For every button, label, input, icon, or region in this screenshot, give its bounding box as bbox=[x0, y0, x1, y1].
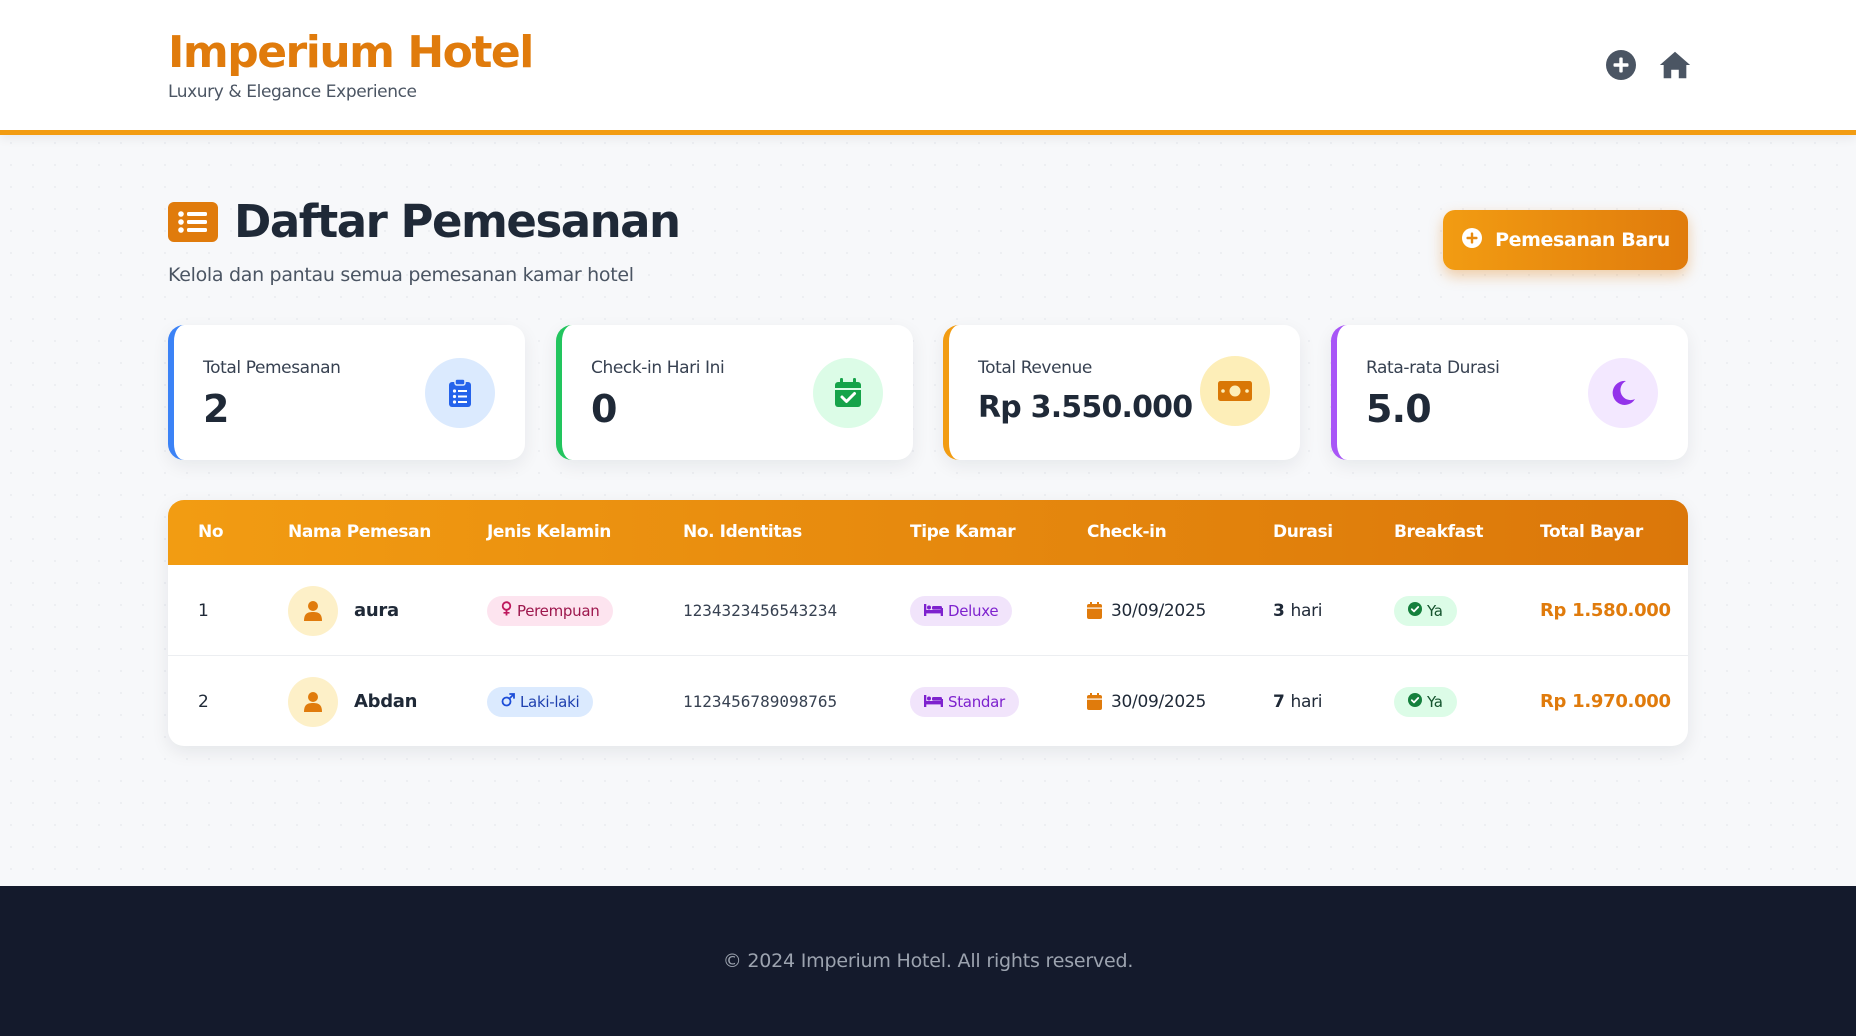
new-booking-label: Pemesanan Baru bbox=[1495, 229, 1670, 251]
column-header: Tipe Kamar bbox=[910, 522, 1016, 542]
stat-value: Rp 3.550.000 bbox=[978, 390, 1193, 425]
duration-cell: 3 hari bbox=[1273, 565, 1323, 656]
page-title: Daftar Pemesanan bbox=[234, 195, 681, 248]
breakfast-label: Ya bbox=[1427, 692, 1443, 711]
checkin-cell: 30/09/2025 bbox=[1087, 565, 1206, 656]
column-header: No bbox=[198, 522, 224, 542]
clipboard-list-icon bbox=[425, 358, 495, 428]
stat-value: 5.0 bbox=[1366, 387, 1432, 431]
checkin-cell: 30/09/2025 bbox=[1087, 656, 1206, 746]
site-header: Imperium Hotel Luxury & Elegance Experie… bbox=[0, 0, 1856, 135]
venus-icon bbox=[501, 601, 512, 620]
user-icon bbox=[288, 585, 338, 636]
duration-value: 7 bbox=[1273, 691, 1285, 712]
breakfast-label: Ya bbox=[1427, 601, 1443, 620]
gender-badge: Laki-laki bbox=[487, 686, 594, 717]
stat-value: 0 bbox=[591, 387, 617, 431]
breakfast-cell: Ya bbox=[1394, 565, 1457, 656]
row-number: 1 bbox=[198, 600, 209, 621]
guest-name: Abdan bbox=[354, 691, 418, 712]
duration-unit: hari bbox=[1290, 691, 1323, 712]
stat-card-average-duration: Rata-rata Durasi 5.0 bbox=[1331, 325, 1688, 460]
new-booking-button[interactable]: Pemesanan Baru bbox=[1443, 210, 1688, 270]
column-header: Check-in bbox=[1087, 522, 1167, 542]
check-circle-icon bbox=[1408, 692, 1422, 711]
stat-card-total-revenue: Total Revenue Rp 3.550.000 bbox=[943, 325, 1300, 460]
identity-number: 1234323456543234 bbox=[683, 601, 838, 620]
list-icon bbox=[168, 201, 218, 242]
gender-badge: Perempuan bbox=[487, 595, 614, 626]
room-type-label: Standar bbox=[948, 692, 1005, 711]
duration-value: 3 bbox=[1273, 600, 1285, 621]
home-icon[interactable] bbox=[1658, 48, 1692, 82]
stat-label: Check-in Hari Ini bbox=[591, 358, 725, 378]
breakfast-badge: Ya bbox=[1394, 686, 1457, 717]
room-type-label: Deluxe bbox=[948, 601, 999, 620]
calendar-icon bbox=[1087, 693, 1102, 710]
moon-icon bbox=[1588, 358, 1658, 428]
bookings-table: No Nama Pemesan Jenis Kelamin No. Identi… bbox=[168, 500, 1688, 746]
room-type-badge: Deluxe bbox=[910, 595, 1013, 626]
mars-icon bbox=[501, 692, 515, 711]
column-header: Total Bayar bbox=[1540, 522, 1643, 542]
guest-name: aura bbox=[354, 600, 399, 621]
breakfast-badge: Ya bbox=[1394, 595, 1457, 626]
table-row[interactable]: 2 Abdan Laki-laki 1123456789098765 Stand… bbox=[168, 656, 1688, 746]
checkin-date: 30/09/2025 bbox=[1111, 691, 1206, 712]
gender-cell: Perempuan bbox=[487, 565, 614, 656]
room-type-badge: Standar bbox=[910, 686, 1019, 717]
check-circle-icon bbox=[1408, 601, 1422, 620]
column-header: Breakfast bbox=[1394, 522, 1484, 542]
guest-cell: aura bbox=[288, 565, 399, 656]
plus-circle-icon[interactable] bbox=[1604, 48, 1638, 82]
gender-label: Perempuan bbox=[517, 601, 600, 620]
breakfast-cell: Ya bbox=[1394, 656, 1457, 746]
row-number: 2 bbox=[198, 691, 209, 712]
stat-card-checkin-today: Check-in Hari Ini 0 bbox=[556, 325, 913, 460]
column-header: No. Identitas bbox=[683, 522, 802, 542]
copyright-text: © 2024 Imperium Hotel. All rights reserv… bbox=[722, 950, 1134, 972]
room-cell: Deluxe bbox=[910, 565, 1013, 656]
stat-card-total-bookings: Total Pemesanan 2 bbox=[168, 325, 525, 460]
calendar-check-icon bbox=[813, 358, 883, 428]
page-heading: Daftar Pemesanan Kelola dan pantau semua… bbox=[168, 195, 681, 286]
column-header: Durasi bbox=[1273, 522, 1333, 542]
guest-cell: Abdan bbox=[288, 656, 417, 746]
total-payment: Rp 1.580.000 bbox=[1540, 600, 1671, 621]
identity-number: 1123456789098765 bbox=[683, 692, 838, 711]
stat-label: Total Revenue bbox=[978, 358, 1092, 378]
duration-unit: hari bbox=[1290, 600, 1323, 621]
table-row[interactable]: 1 aura Perempuan 1234323456543234 Deluxe bbox=[168, 565, 1688, 656]
page-subtitle: Kelola dan pantau semua pemesanan kamar … bbox=[168, 264, 634, 286]
bed-icon bbox=[924, 693, 943, 711]
header-actions bbox=[1604, 48, 1692, 82]
column-header: Nama Pemesan bbox=[288, 522, 431, 542]
brand-title[interactable]: Imperium Hotel bbox=[168, 26, 534, 80]
duration-cell: 7 hari bbox=[1273, 656, 1323, 746]
stat-label: Rata-rata Durasi bbox=[1366, 358, 1500, 378]
column-header: Jenis Kelamin bbox=[487, 522, 611, 542]
calendar-icon bbox=[1087, 602, 1102, 619]
stat-label: Total Pemesanan bbox=[203, 358, 341, 378]
brand-subtitle: Luxury & Elegance Experience bbox=[168, 82, 417, 102]
bed-icon bbox=[924, 602, 943, 620]
plus-circle-icon bbox=[1461, 227, 1483, 254]
brand[interactable]: Imperium Hotel Luxury & Elegance Experie… bbox=[168, 26, 534, 102]
user-icon bbox=[288, 676, 338, 727]
stat-value: 2 bbox=[203, 387, 229, 431]
checkin-date: 30/09/2025 bbox=[1111, 600, 1206, 621]
money-bill-icon bbox=[1200, 356, 1270, 426]
gender-label: Laki-laki bbox=[520, 692, 580, 711]
site-footer: © 2024 Imperium Hotel. All rights reserv… bbox=[0, 886, 1856, 1036]
room-cell: Standar bbox=[910, 656, 1019, 746]
table-header: No Nama Pemesan Jenis Kelamin No. Identi… bbox=[168, 500, 1688, 565]
total-payment: Rp 1.970.000 bbox=[1540, 691, 1671, 712]
gender-cell: Laki-laki bbox=[487, 656, 594, 746]
